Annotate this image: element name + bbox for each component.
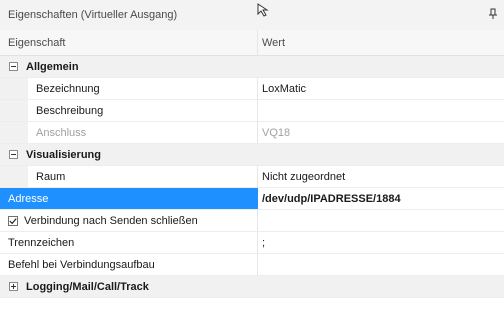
pin-icon[interactable] <box>488 8 498 20</box>
property-value[interactable]: ; <box>258 232 504 253</box>
expand-icon[interactable] <box>9 282 18 291</box>
group-label: Visualisierung <box>26 148 101 161</box>
checkmark-icon <box>9 217 17 224</box>
group-allgemein[interactable]: Allgemein <box>0 56 504 78</box>
property-label: Verbindung nach Senden schließen <box>24 214 198 227</box>
property-value <box>258 210 504 231</box>
property-value[interactable]: LoxMatic <box>258 78 504 99</box>
property-row-raum[interactable]: Raum Nicht zugeordnet <box>0 166 504 188</box>
property-label: Beschreibung <box>0 100 258 121</box>
property-value[interactable]: /dev/udp/IPADRESSE/1884 <box>258 188 504 209</box>
column-header-name[interactable]: Eigenschaft <box>0 30 258 55</box>
verbindung-checkbox[interactable] <box>8 215 18 226</box>
column-header-value[interactable]: Wert <box>258 30 504 55</box>
group-label: Allgemein <box>26 60 79 73</box>
property-row-trennzeichen[interactable]: Trennzeichen ; <box>0 232 504 254</box>
mouse-cursor-icon <box>257 3 269 17</box>
property-row-bezeichnung[interactable]: Bezeichnung LoxMatic <box>0 78 504 100</box>
collapse-icon[interactable] <box>9 150 18 159</box>
property-value: VQ18 <box>262 126 291 139</box>
property-label: Anschluss <box>0 122 258 143</box>
collapse-icon[interactable] <box>9 62 18 71</box>
properties-titlebar: Eigenschaften (Virtueller Ausgang) <box>0 0 504 31</box>
property-label: Adresse <box>0 188 258 209</box>
property-label: Befehl bei Verbindungsaufbau <box>0 254 258 275</box>
property-label: Raum <box>0 166 258 187</box>
group-logging[interactable]: Logging/Mail/Call/Track <box>0 276 504 298</box>
property-row-beschreibung[interactable]: Beschreibung <box>0 100 504 122</box>
property-value[interactable] <box>258 100 504 121</box>
property-label: Bezeichnung <box>0 78 258 99</box>
property-row-befehl[interactable]: Befehl bei Verbindungsaufbau <box>0 254 504 276</box>
grid-header: Eigenschaft Wert <box>0 30 504 56</box>
property-value[interactable]: Nicht zugeordnet <box>258 166 504 187</box>
property-grid: Eigenschaft Wert Allgemein Bezeichnung L… <box>0 30 504 298</box>
group-visualisierung[interactable]: Visualisierung <box>0 144 504 166</box>
panel-title: Eigenschaften (Virtueller Ausgang) <box>8 9 178 21</box>
property-row-anschluss[interactable]: Anschluss VQ18 <box>0 122 504 144</box>
group-label: Logging/Mail/Call/Track <box>26 280 149 293</box>
property-value[interactable] <box>258 254 504 275</box>
property-row-verbindung[interactable]: Verbindung nach Senden schließen <box>0 210 504 232</box>
property-row-adresse[interactable]: Adresse /dev/udp/IPADRESSE/1884 <box>0 188 504 210</box>
property-label: Trennzeichen <box>0 232 258 253</box>
